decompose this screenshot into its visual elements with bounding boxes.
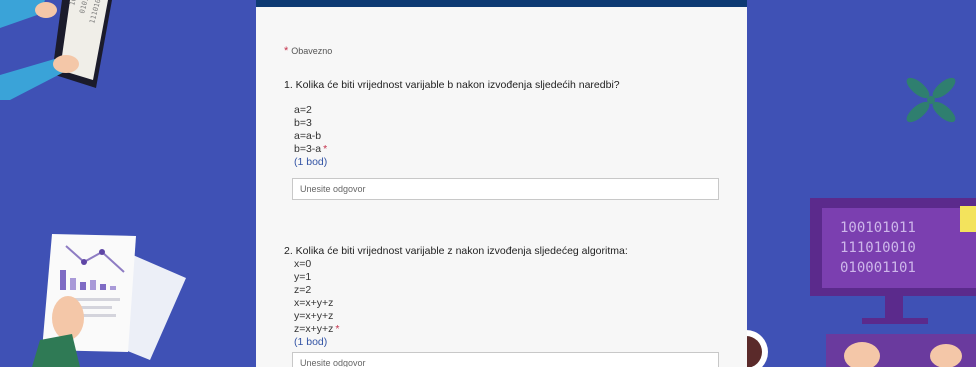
code-line: y=1 xyxy=(294,271,312,283)
required-note: * Obavezno xyxy=(284,45,332,57)
question-1-points: (1 bod) xyxy=(294,156,328,168)
form-card: * Obavezno 1. Kolika će biti vrijednost v… xyxy=(256,0,747,367)
question-1-title: 1. Kolika će biti vrijednost varijable b… xyxy=(284,79,620,91)
code-line-text: b=3-a xyxy=(294,143,322,155)
monitor-binary-1: 100101011 xyxy=(840,220,916,236)
question-1-answer-input[interactable] xyxy=(292,178,719,200)
code-line: x=0 xyxy=(294,258,312,270)
question-2-title: 2. Kolika će biti vrijednost varijable z… xyxy=(284,245,628,257)
required-asterisk: * xyxy=(323,143,328,155)
question-1: 1. Kolika će biti vrijednost varijable b… xyxy=(284,79,620,169)
code-line-with-required: z=x+y+z * xyxy=(294,323,628,336)
question-2-points: (1 bod) xyxy=(294,336,328,348)
code-line-text: z=x+y+z xyxy=(294,323,334,335)
code-line-with-required: b=3-a * xyxy=(294,143,620,156)
code-line: a=2 xyxy=(294,104,312,116)
question-2: 2. Kolika će biti vrijednost varijable z… xyxy=(284,245,628,349)
code-line: x=x+y+z xyxy=(294,297,334,309)
required-label: Obavezno xyxy=(291,46,333,56)
question-1-code: a=2 b=3 a=a-b b=3-a * (1 bod) xyxy=(294,104,620,169)
leaf-illustration xyxy=(906,77,956,123)
monitor-binary-3: 010001101 xyxy=(840,260,916,276)
code-line: a=a-b xyxy=(294,130,322,142)
question-2-answer-input[interactable] xyxy=(292,352,719,367)
code-line: y=x+y+z xyxy=(294,310,334,322)
question-2-code: x=0 y=1 z=2 x=x+y+z y=x+y+z z=x+y+z * (1 … xyxy=(294,258,628,349)
monitor-binary-2: 111010010 xyxy=(840,240,916,256)
code-line: b=3 xyxy=(294,117,312,129)
code-line: z=2 xyxy=(294,284,312,296)
tablet-illustration: 1001010 0101001 1110100 xyxy=(0,0,112,100)
monitor-illustration: 100101011 111010010 010001101 xyxy=(724,198,976,367)
papers-illustration xyxy=(32,234,186,367)
required-asterisk: * xyxy=(335,323,340,335)
required-asterisk: * xyxy=(284,45,289,57)
